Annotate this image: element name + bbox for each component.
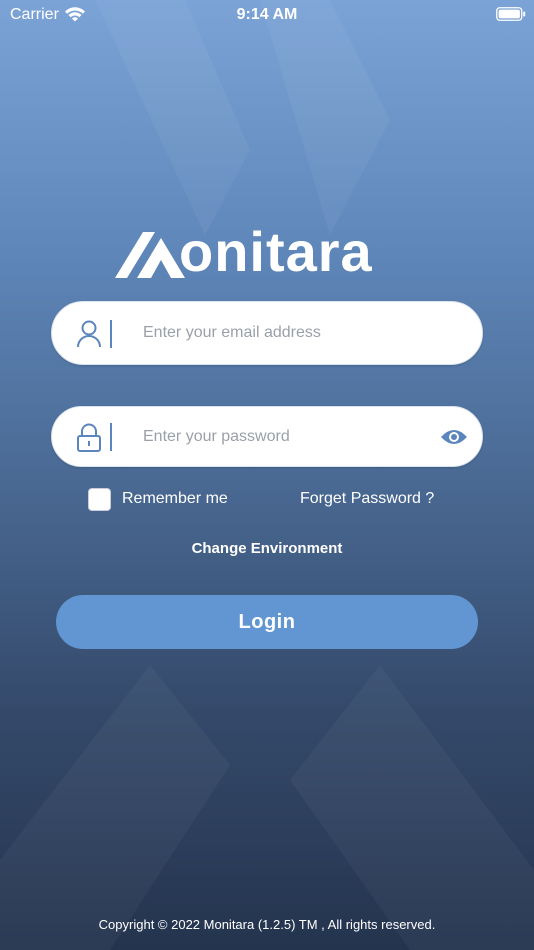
logo-text: onitara bbox=[179, 220, 373, 283]
lock-icon bbox=[77, 423, 101, 452]
monitara-logo-mark bbox=[115, 232, 185, 278]
eye-icon[interactable] bbox=[440, 427, 468, 447]
forget-password-link[interactable]: Forget Password ? bbox=[300, 490, 434, 508]
password-field[interactable] bbox=[51, 406, 483, 467]
monitara-logo: onitara bbox=[115, 222, 420, 282]
remember-me-checkbox[interactable] bbox=[88, 488, 111, 511]
password-input[interactable] bbox=[143, 407, 423, 466]
field-divider bbox=[110, 423, 112, 451]
change-environment-link[interactable]: Change Environment bbox=[0, 540, 534, 557]
field-divider bbox=[110, 320, 112, 348]
background-decoration bbox=[0, 0, 534, 950]
remember-me-label: Remember me bbox=[122, 490, 228, 507]
email-input[interactable] bbox=[143, 302, 423, 364]
login-button[interactable]: Login bbox=[56, 595, 478, 649]
user-icon bbox=[77, 320, 101, 348]
copyright-text: Copyright © 2022 Monitara (1.2.5) TM , A… bbox=[98, 917, 436, 932]
email-field[interactable] bbox=[51, 301, 483, 365]
clock: 9:14 AM bbox=[236, 6, 298, 23]
battery-icon bbox=[496, 7, 526, 21]
status-bar: Carrier 9:14 AM bbox=[0, 0, 534, 30]
